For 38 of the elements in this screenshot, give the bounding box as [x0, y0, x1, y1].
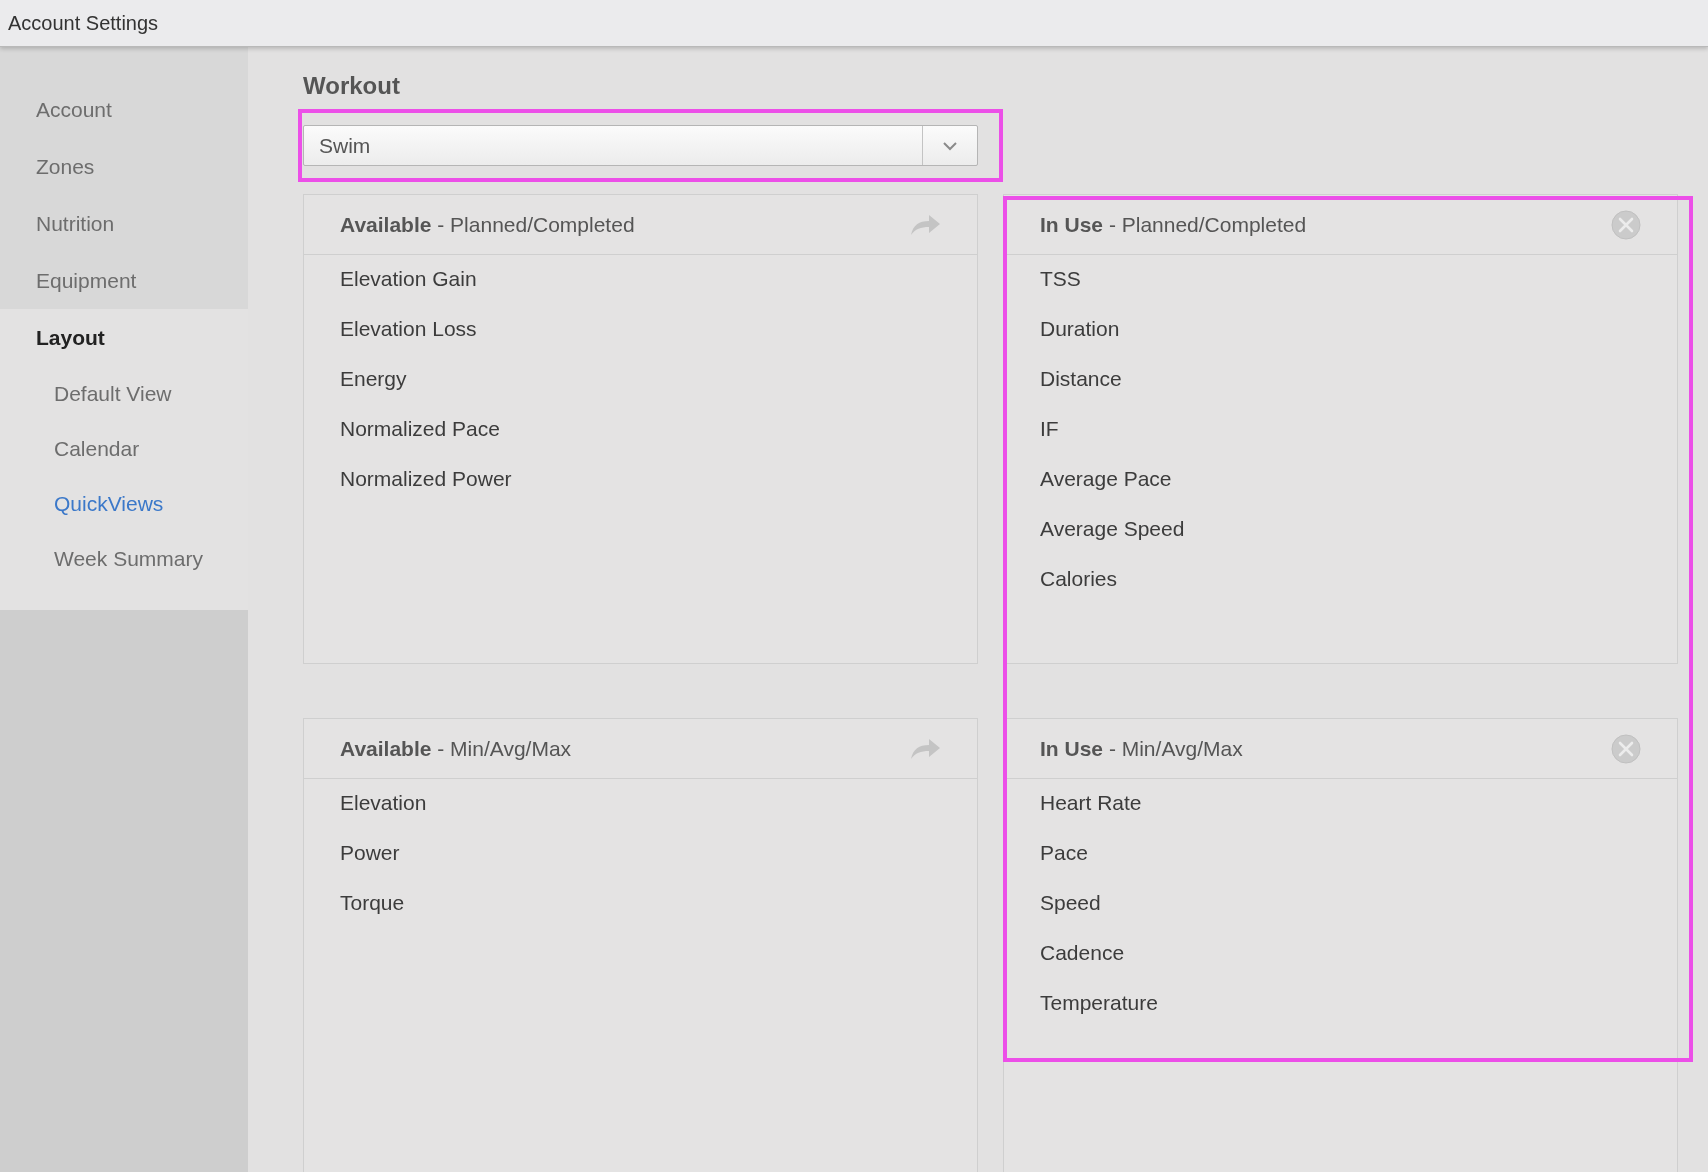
sidebar-item[interactable]: Equipment — [0, 252, 137, 309]
field-list-item[interactable]: Normalized Pace — [304, 416, 500, 466]
field-list-item[interactable]: Power — [304, 840, 400, 890]
field-list-item[interactable]: Pace — [1004, 840, 1088, 890]
close-icon[interactable] — [1611, 733, 1641, 764]
field-list-item[interactable]: Heart Rate — [1004, 790, 1142, 840]
section-heading: Workout — [303, 73, 400, 99]
field-list-item[interactable]: Elevation Gain — [304, 266, 477, 316]
field-list-item[interactable]: Speed — [1004, 890, 1101, 940]
field-list-item[interactable]: Torque — [304, 890, 405, 940]
sidebar-item[interactable]: Layout — [0, 309, 105, 366]
field-list-item[interactable]: Average Pace — [1004, 466, 1172, 516]
sidebar-item[interactable]: Default View — [0, 366, 172, 421]
panel-title: In Use - Planned/Completed — [1040, 212, 1307, 237]
field-list-item[interactable]: TSS — [1004, 266, 1081, 316]
sidebar-item[interactable]: Calendar — [0, 421, 140, 476]
field-list-item[interactable]: Duration — [1004, 316, 1120, 366]
close-icon[interactable] — [1611, 209, 1641, 240]
field-list-item[interactable]: Calories — [1004, 566, 1118, 616]
field-list-item[interactable]: Normalized Power — [304, 466, 512, 516]
window-title: Account Settings — [0, 0, 1708, 47]
panel-title: Available - Min/Avg/Max — [340, 736, 572, 761]
chevron-down-icon — [942, 140, 958, 151]
sidebar-item[interactable]: Nutrition — [0, 195, 115, 252]
sidebar-item[interactable]: Account — [0, 81, 112, 138]
field-list-item[interactable]: Elevation Loss — [304, 316, 477, 366]
field-list-item[interactable]: Cadence — [1004, 940, 1125, 990]
panel-title: In Use - Min/Avg/Max — [1040, 736, 1243, 761]
field-list-item[interactable]: Temperature — [1004, 990, 1158, 1040]
sidebar-item[interactable]: Zones — [0, 138, 95, 195]
field-list-item[interactable]: IF — [1004, 416, 1059, 466]
sidebar-item[interactable]: Week Summary — [0, 531, 203, 586]
field-list-item[interactable]: Energy — [304, 366, 407, 416]
field-list-item[interactable]: Distance — [1004, 366, 1122, 416]
field-list-item[interactable]: Average Speed — [1004, 516, 1185, 566]
workout-select[interactable]: Swim — [303, 125, 978, 166]
panel-title: Available - Planned/Completed — [340, 212, 635, 237]
field-list-item[interactable]: Elevation — [304, 790, 427, 840]
